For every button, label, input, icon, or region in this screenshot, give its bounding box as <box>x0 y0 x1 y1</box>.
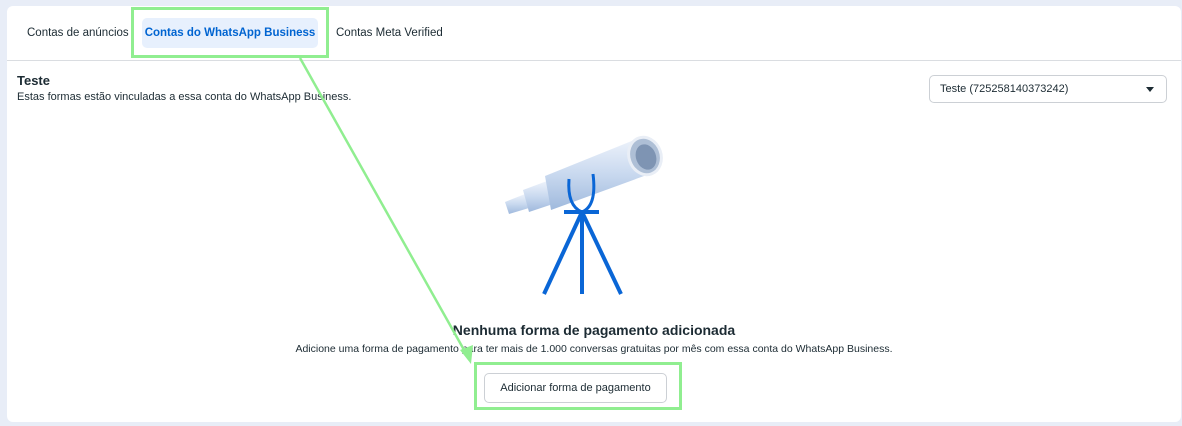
account-select-dropdown[interactable]: Teste (725258140373242) <box>929 75 1167 103</box>
account-tabs: Contas de anúncios Contas do WhatsApp Bu… <box>7 6 1181 61</box>
tab-whatsapp-business-accounts[interactable]: Contas do WhatsApp Business <box>142 18 318 48</box>
telescope-illustration <box>487 124 677 299</box>
tab-ad-accounts[interactable]: Contas de anúncios <box>27 18 129 48</box>
account-select-value: Teste (725258140373242) <box>940 83 1069 95</box>
payment-methods-panel: Contas de anúncios Contas do WhatsApp Bu… <box>7 6 1181 422</box>
empty-state-description: Adicione uma forma de pagamento para ter… <box>295 343 893 355</box>
empty-state-title: Nenhuma forma de pagamento adicionada <box>452 322 736 338</box>
section-subtitle: Estas formas estão vinculadas a essa con… <box>17 91 352 103</box>
caret-down-icon <box>1146 87 1154 92</box>
section-title: Teste <box>17 73 50 88</box>
tab-meta-verified-accounts[interactable]: Contas Meta Verified <box>336 18 443 48</box>
add-payment-method-button[interactable]: Adicionar forma de pagamento <box>484 373 667 403</box>
